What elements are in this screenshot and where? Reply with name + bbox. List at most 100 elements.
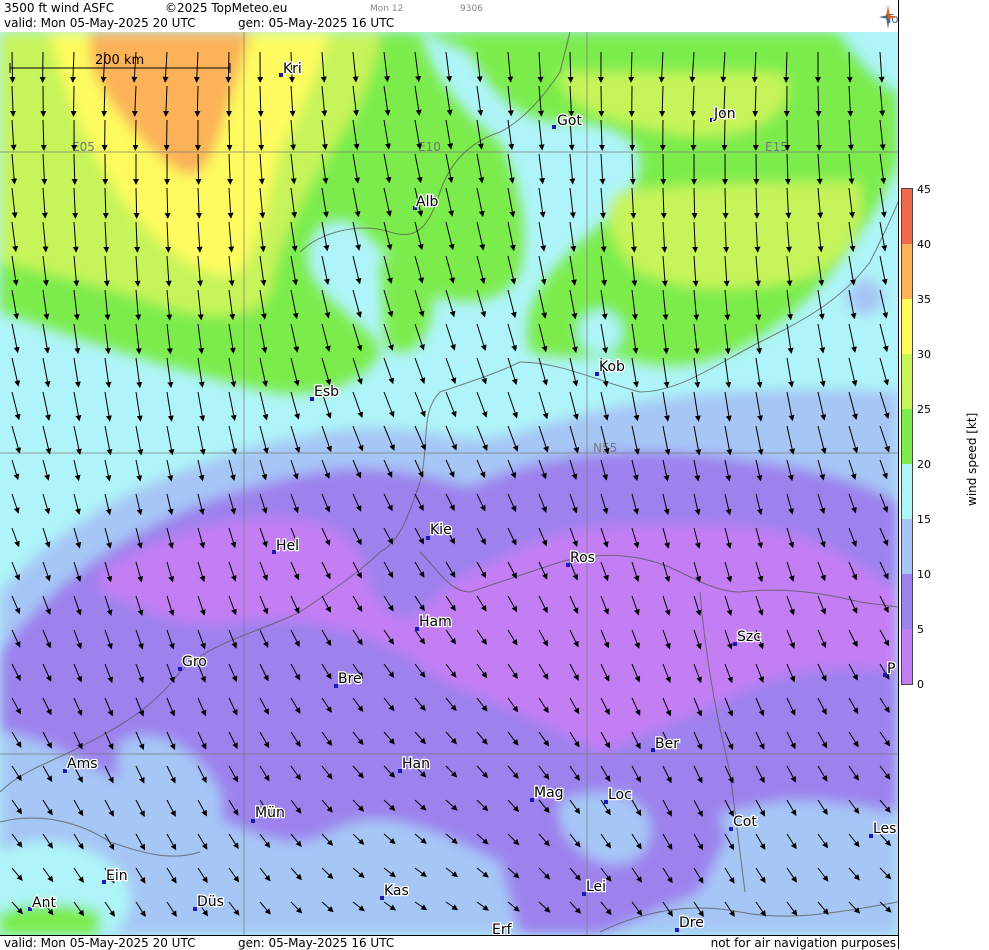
city-label: Jon	[713, 106, 736, 122]
city-kas[interactable]: Kas	[380, 883, 409, 900]
footer-generated-time: gen: 05-May-2025 16 UTC	[238, 936, 394, 950]
city-label: Alb	[416, 194, 438, 210]
city-gro[interactable]: Gro	[178, 654, 207, 671]
wind-arrow	[135, 120, 136, 150]
city-ber[interactable]: Ber	[651, 736, 679, 752]
city-hel[interactable]: Hel	[272, 538, 299, 554]
color-legend: 45 40 35 30 25 20 15 10 5 0 wind speed […	[898, 0, 989, 949]
band-25-30	[902, 354, 912, 409]
city-label: Hel	[276, 538, 299, 554]
city-label: Gro	[182, 654, 207, 670]
city-kie[interactable]: Kie	[426, 522, 452, 540]
tick-30: 30	[917, 348, 931, 361]
city-label: Ant	[32, 895, 56, 911]
city-les[interactable]: Les	[869, 821, 896, 838]
city-label: Bre	[338, 671, 362, 687]
city-kob[interactable]: Kob	[595, 359, 625, 376]
city-label: Mag	[534, 785, 564, 801]
city-bre[interactable]: Bre	[334, 671, 362, 688]
city-label: Kob	[599, 359, 625, 375]
band-40-45	[902, 189, 912, 244]
wind-arrow	[693, 120, 694, 150]
city-ams[interactable]: Ams	[63, 756, 98, 773]
grid-label-e10: E10	[418, 140, 441, 154]
color-bar	[901, 188, 913, 685]
disclaimer: not for air navigation purposes	[711, 936, 896, 950]
city-label: Lei	[586, 879, 606, 895]
city-kri[interactable]: Kri	[279, 61, 302, 77]
wind-map[interactable]: E05 E10 E15 N55 200 km Kri Got Jon Alb K…	[0, 32, 898, 935]
city-cot[interactable]: Cot	[729, 814, 757, 831]
band-15-20	[902, 464, 912, 519]
city-dus[interactable]: Düs	[193, 894, 224, 911]
city-label: P	[887, 661, 895, 677]
city-label: Mün	[255, 805, 285, 821]
band-10-15	[902, 519, 912, 574]
city-loc[interactable]: Loc	[604, 787, 632, 804]
city-label: Ber	[655, 736, 679, 752]
wind-arrow	[167, 120, 168, 150]
city-label: Düs	[197, 894, 224, 910]
city-ros[interactable]: Ros	[566, 550, 595, 567]
wind-arrow	[228, 52, 229, 82]
city-label: Ein	[106, 868, 128, 884]
city-label: Les	[873, 821, 896, 837]
city-label: Ams	[67, 756, 98, 772]
grid-label-e15: E15	[765, 140, 788, 154]
city-mag[interactable]: Mag	[530, 785, 564, 802]
tick-25: 25	[917, 403, 931, 416]
unit-label: wind speed [kt]	[965, 413, 979, 506]
city-label: Ham	[419, 614, 452, 630]
city-ham[interactable]: Ham	[415, 614, 452, 631]
wind-arrow	[229, 120, 230, 150]
tick-20: 20	[917, 458, 931, 471]
city-esb[interactable]: Esb	[310, 384, 339, 401]
wind-arrow	[724, 120, 725, 150]
city-szc[interactable]: Szc	[733, 629, 761, 646]
wind-arrow	[694, 188, 695, 218]
tick-0: 0	[917, 678, 924, 691]
band-35-40	[902, 244, 912, 299]
city-label: Szc	[737, 629, 761, 645]
run-number: 9306	[460, 4, 483, 14]
copyright: ©2025 TopMeteo.eu	[165, 1, 287, 15]
tick-40: 40	[917, 238, 931, 251]
city-label: Loc	[608, 787, 632, 803]
wind-arrow	[136, 188, 137, 218]
city-jon[interactable]: Jon	[710, 106, 736, 122]
city-label: Kri	[283, 61, 302, 77]
city-label: Got	[557, 113, 582, 129]
city-ein[interactable]: Ein	[102, 868, 128, 884]
wind-arrow	[601, 86, 602, 116]
wind-arrow	[74, 86, 75, 116]
city-lei[interactable]: Lei	[582, 879, 606, 896]
wind-arrow	[198, 154, 199, 184]
tick-15: 15	[917, 513, 931, 526]
band-0-5	[902, 629, 912, 684]
city-label: Dre	[679, 915, 704, 931]
wind-arrow	[197, 86, 198, 116]
city-ant[interactable]: Ant	[28, 895, 56, 911]
city-mun[interactable]: Mün	[251, 805, 285, 823]
valid-time: valid: Mon 05-May-2025 20 UTC	[4, 16, 195, 30]
map-header: 3500 ft wind ASFC ©2025 TopMeteo.eu Mon …	[0, 0, 898, 33]
wind-arrow	[818, 86, 819, 116]
run-code: Mon 12	[370, 4, 403, 14]
city-label: Erf	[492, 922, 513, 935]
map-footer: valid: Mon 05-May-2025 20 UTC gen: 05-Ma…	[0, 935, 898, 950]
compass-icon	[878, 4, 898, 30]
tick-10: 10	[917, 568, 931, 581]
band-20-25	[902, 409, 912, 464]
wind-arrow	[12, 52, 13, 82]
band-5-10	[902, 574, 912, 629]
grid-label-e05: E05	[72, 140, 95, 154]
city-dre[interactable]: Dre	[675, 915, 704, 932]
city-han[interactable]: Han	[398, 756, 430, 773]
city-label: Cot	[733, 814, 757, 830]
city-got[interactable]: Got	[552, 113, 582, 129]
footer-valid-time: valid: Mon 05-May-2025 20 UTC	[4, 936, 195, 950]
city-erf[interactable]: Erf	[492, 922, 513, 935]
wind-arrow	[725, 188, 726, 218]
generated-time: gen: 05-May-2025 16 UTC	[238, 16, 394, 30]
city-alb[interactable]: Alb	[413, 194, 438, 210]
